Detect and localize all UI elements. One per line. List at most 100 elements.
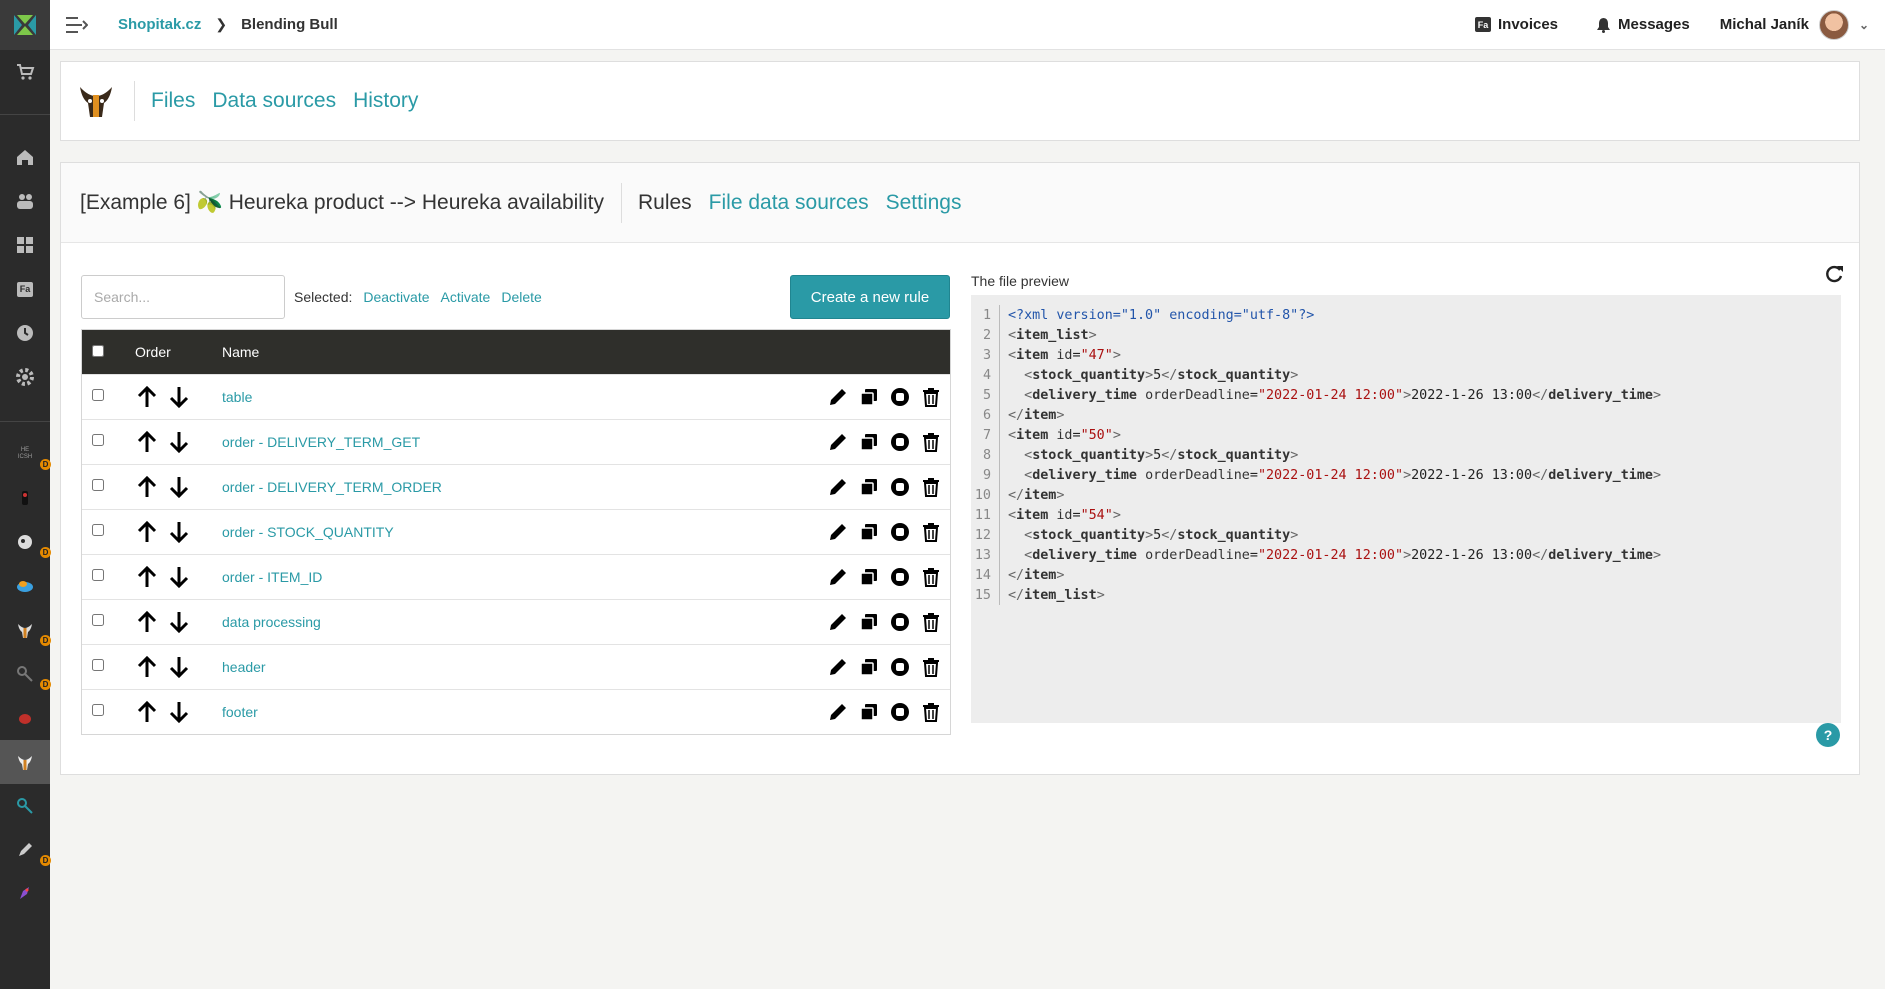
arrow-down-icon[interactable]: [167, 655, 191, 679]
trash-icon[interactable]: [920, 476, 942, 498]
trash-icon[interactable]: [920, 611, 942, 633]
delete-link[interactable]: Delete: [501, 289, 541, 305]
row-checkbox[interactable]: [92, 569, 104, 581]
stop-icon[interactable]: [889, 521, 911, 543]
app-logo[interactable]: [0, 0, 50, 50]
pencil-icon[interactable]: [827, 521, 849, 543]
nav-files[interactable]: Files: [151, 89, 195, 113]
menu-toggle-icon[interactable]: [66, 16, 88, 34]
sidebar-app-heicsh[interactable]: HE ICSH D: [0, 432, 51, 476]
sidebar-app-9[interactable]: [0, 784, 50, 828]
sidebar-invoices[interactable]: Fa: [0, 267, 50, 311]
sidebar-dashboard[interactable]: [0, 223, 50, 267]
sidebar-users[interactable]: [0, 179, 50, 223]
pencil-icon[interactable]: [827, 701, 849, 723]
rule-name-link[interactable]: order - ITEM_ID: [222, 569, 818, 585]
row-checkbox[interactable]: [92, 389, 104, 401]
sidebar-app-2[interactable]: [0, 476, 50, 520]
copy-icon[interactable]: [858, 431, 880, 453]
arrow-down-icon[interactable]: [167, 430, 191, 454]
user-menu[interactable]: Michal Janík ⌄: [1720, 9, 1869, 40]
arrow-up-icon[interactable]: [135, 610, 159, 634]
pencil-icon[interactable]: [827, 476, 849, 498]
sidebar-cart[interactable]: [0, 50, 50, 94]
stop-icon[interactable]: [889, 656, 911, 678]
copy-icon[interactable]: [858, 521, 880, 543]
copy-icon[interactable]: [858, 656, 880, 678]
sidebar-home[interactable]: [0, 135, 50, 179]
rule-name-link[interactable]: order - DELIVERY_TERM_GET: [222, 434, 818, 450]
row-checkbox[interactable]: [92, 524, 104, 536]
help-icon[interactable]: ?: [1816, 723, 1840, 747]
arrow-down-icon[interactable]: [167, 475, 191, 499]
arrow-up-icon[interactable]: [135, 475, 159, 499]
pencil-icon[interactable]: [827, 566, 849, 588]
arrow-up-icon[interactable]: [135, 700, 159, 724]
row-checkbox[interactable]: [92, 479, 104, 491]
trash-icon[interactable]: [920, 431, 942, 453]
deactivate-link[interactable]: Deactivate: [363, 289, 429, 305]
row-checkbox[interactable]: [92, 614, 104, 626]
arrow-up-icon[interactable]: [135, 430, 159, 454]
stop-icon[interactable]: [889, 386, 911, 408]
rule-name-link[interactable]: table: [222, 389, 818, 405]
trash-icon[interactable]: [920, 701, 942, 723]
row-checkbox[interactable]: [92, 434, 104, 446]
arrow-down-icon[interactable]: [167, 565, 191, 589]
rule-name-link[interactable]: order - STOCK_QUANTITY: [222, 524, 818, 540]
tab-settings[interactable]: Settings: [886, 191, 962, 215]
trash-icon[interactable]: [920, 386, 942, 408]
invoices-link[interactable]: Fa Invoices: [1474, 16, 1558, 33]
trash-icon[interactable]: [920, 521, 942, 543]
refresh-icon[interactable]: [1823, 263, 1845, 285]
sidebar-app-blending-bull[interactable]: [0, 740, 50, 784]
row-checkbox[interactable]: [92, 704, 104, 716]
search-input[interactable]: [81, 275, 285, 319]
breadcrumb-root[interactable]: Shopitak.cz: [118, 16, 201, 33]
activate-link[interactable]: Activate: [441, 289, 491, 305]
create-rule-button[interactable]: Create a new rule: [790, 275, 950, 319]
trash-icon[interactable]: [920, 566, 942, 588]
trash-icon[interactable]: [920, 656, 942, 678]
sidebar-app-bull[interactable]: D: [0, 608, 51, 652]
rule-name-link[interactable]: order - DELIVERY_TERM_ORDER: [222, 479, 818, 495]
arrow-down-icon[interactable]: [167, 520, 191, 544]
tab-file-data-sources[interactable]: File data sources: [709, 191, 869, 215]
arrow-down-icon[interactable]: [167, 385, 191, 409]
rule-name-link[interactable]: header: [222, 659, 818, 675]
sidebar-settings[interactable]: [0, 355, 50, 399]
copy-icon[interactable]: [858, 566, 880, 588]
sidebar-app-6[interactable]: D: [0, 652, 51, 696]
messages-link[interactable]: Messages: [1596, 16, 1690, 33]
pencil-icon[interactable]: [827, 431, 849, 453]
select-all-checkbox[interactable]: [92, 345, 104, 357]
stop-icon[interactable]: [889, 701, 911, 723]
stop-icon[interactable]: [889, 431, 911, 453]
arrow-down-icon[interactable]: [167, 610, 191, 634]
stop-icon[interactable]: [889, 611, 911, 633]
pencil-icon[interactable]: [827, 386, 849, 408]
pencil-icon[interactable]: [827, 656, 849, 678]
stop-icon[interactable]: [889, 476, 911, 498]
sidebar-app-3[interactable]: D: [0, 520, 51, 564]
arrow-up-icon[interactable]: [135, 655, 159, 679]
sidebar-app-10[interactable]: D: [0, 828, 51, 872]
copy-icon[interactable]: [858, 386, 880, 408]
rule-name-link[interactable]: footer: [222, 704, 818, 720]
sidebar-app-7[interactable]: [0, 696, 50, 740]
sidebar-history[interactable]: [0, 311, 50, 355]
tab-rules[interactable]: Rules: [638, 191, 692, 215]
rule-name-link[interactable]: data processing: [222, 614, 818, 630]
row-checkbox[interactable]: [92, 659, 104, 671]
pencil-icon[interactable]: [827, 611, 849, 633]
copy-icon[interactable]: [858, 476, 880, 498]
copy-icon[interactable]: [858, 611, 880, 633]
sidebar-app-11[interactable]: [0, 872, 50, 916]
arrow-up-icon[interactable]: [135, 565, 159, 589]
nav-history[interactable]: History: [353, 89, 418, 113]
nav-data-sources[interactable]: Data sources: [212, 89, 336, 113]
arrow-up-icon[interactable]: [135, 520, 159, 544]
stop-icon[interactable]: [889, 566, 911, 588]
arrow-up-icon[interactable]: [135, 385, 159, 409]
arrow-down-icon[interactable]: [167, 700, 191, 724]
